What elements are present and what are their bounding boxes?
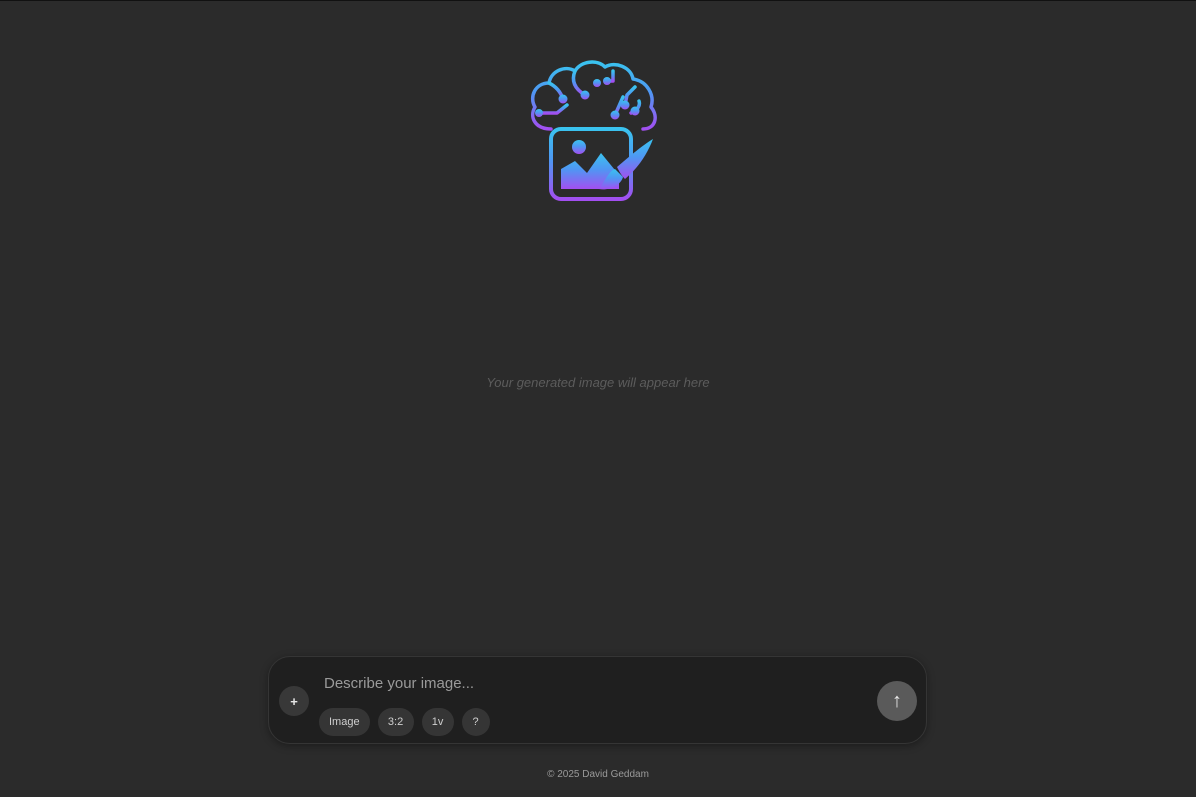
- app-logo: [527, 57, 661, 203]
- footer-copyright: © 2025 David Geddam: [547, 769, 649, 780]
- help-button[interactable]: ?: [461, 708, 490, 736]
- count-chip[interactable]: 1v: [421, 708, 454, 736]
- aspect-ratio-chip[interactable]: 3:2: [377, 708, 414, 736]
- mode-chip[interactable]: Image: [319, 708, 370, 736]
- add-attachment-button[interactable]: +: [279, 686, 309, 716]
- prompt-input[interactable]: [321, 671, 867, 695]
- prompt-composer: + Image 3:2 1v ? ↑: [268, 656, 927, 744]
- brain-image-brush-icon: [530, 60, 657, 201]
- send-button[interactable]: ↑: [877, 681, 917, 721]
- option-chips: Image 3:2 1v ?: [319, 708, 490, 736]
- image-placeholder-text: Your generated image will appear here: [486, 375, 710, 390]
